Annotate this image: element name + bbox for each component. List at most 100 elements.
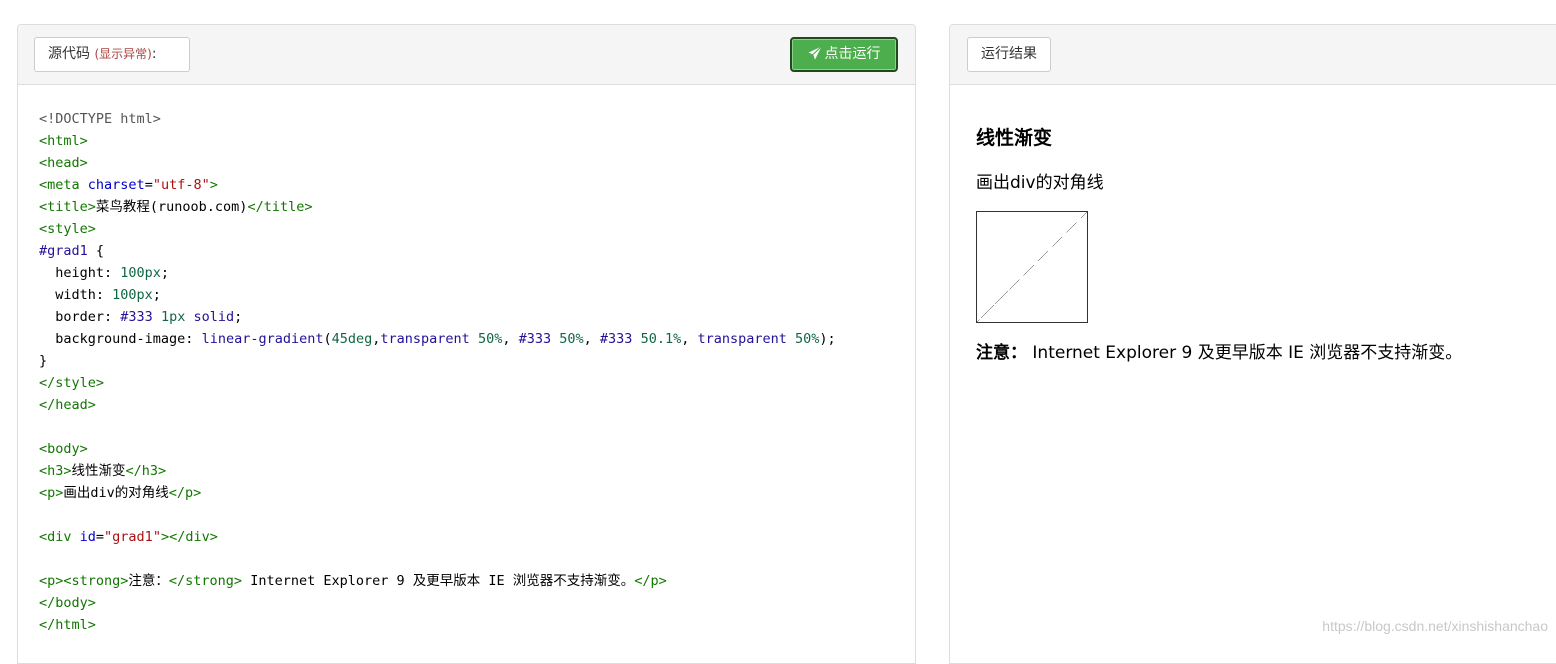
- code-token: <p><strong>: [39, 573, 129, 589]
- code-line: </style>: [39, 372, 836, 394]
- code-token: ,: [502, 331, 519, 347]
- code-token: >: [209, 177, 218, 193]
- code-token: </title>: [247, 199, 313, 215]
- code-line: <!DOCTYPE html>: [39, 108, 836, 130]
- source-code-label[interactable]: 源代码 (显示异常):: [34, 37, 190, 72]
- code-token: #333: [518, 331, 552, 347]
- code-token: </p>: [634, 573, 667, 589]
- run-button[interactable]: 点击运行: [790, 37, 898, 72]
- code-token: <!DOCTYPE html>: [39, 111, 161, 127]
- code-token: ,: [583, 331, 600, 347]
- code-line: #grad1 {: [39, 240, 836, 262]
- code-token: #333: [599, 331, 633, 347]
- code-token: ;: [160, 265, 170, 281]
- code-token: 菜鸟教程(runoob.com): [95, 199, 248, 215]
- result-note: 注意： Internet Explorer 9 及更早版本 IE 浏览器不支持渐…: [976, 341, 1462, 365]
- result-paragraph: 画出div的对角线: [976, 173, 1104, 193]
- code-token: <style>: [39, 221, 96, 237]
- run-result-label[interactable]: 运行结果: [967, 37, 1051, 72]
- code-token: solid: [193, 309, 235, 325]
- code-token: ;: [234, 309, 243, 325]
- code-line: </body>: [39, 592, 836, 614]
- code-line: border: #333 1px solid;: [39, 306, 836, 328]
- code-line: </head>: [39, 394, 836, 416]
- code-token: <p>: [39, 485, 64, 501]
- watermark: https://blog.csdn.net/xinshishanchao: [1322, 618, 1548, 634]
- result-panel: 运行结果 线性渐变 画出div的对角线 注意： Internet Explore…: [949, 24, 1556, 664]
- code-token: (: [323, 331, 332, 347]
- code-token: </body>: [39, 595, 96, 611]
- code-token: 画出div的对角线: [63, 485, 169, 501]
- code-token: charset: [87, 177, 145, 193]
- code-token: </p>: [168, 485, 202, 501]
- code-token: </head>: [39, 397, 96, 413]
- code-line: <p>画出div的对角线</p>: [39, 482, 836, 504]
- source-panel-header: 源代码 (显示异常): 点击运行: [18, 25, 915, 85]
- code-line: </html>: [39, 614, 836, 636]
- code-token: }: [39, 353, 48, 369]
- code-token: 50%: [477, 331, 503, 347]
- code-token: linear-gradient: [201, 331, 324, 347]
- diagonal-gradient-box: [976, 211, 1088, 323]
- code-token: ></div>: [160, 529, 218, 545]
- code-token: #333: [120, 309, 153, 325]
- code-line: }: [39, 350, 836, 372]
- code-token: ;: [152, 287, 161, 303]
- source-label-colon: :: [151, 46, 157, 62]
- run-button-label: 点击运行: [824, 46, 881, 62]
- code-token: <title>: [39, 199, 96, 215]
- code-token: </html>: [39, 617, 96, 633]
- code-editor[interactable]: <!DOCTYPE html> <html> <head> <meta charset…: [39, 108, 836, 636]
- code-line: height: 100px;: [39, 262, 836, 284]
- code-token: <meta: [39, 177, 88, 193]
- code-line: <title>菜鸟教程(runoob.com)</title>: [39, 196, 836, 218]
- code-line: <p><strong>注意：</strong> Internet Explore…: [39, 570, 836, 592]
- code-token: ,: [681, 331, 698, 347]
- code-token: background-image:: [39, 331, 202, 347]
- code-token: =: [144, 177, 153, 193]
- paper-plane-icon: [807, 46, 822, 60]
- code-token: </strong>: [168, 573, 243, 589]
- result-output: 线性渐变 画出div的对角线 注意： Internet Explorer 9 及…: [976, 125, 1462, 365]
- note-text: Internet Explorer 9 及更早版本 IE 浏览器不支持渐变。: [1027, 343, 1463, 363]
- code-token: #grad1: [39, 243, 88, 259]
- code-token: 50%: [795, 331, 820, 347]
- code-line: <meta charset="utf-8">: [39, 174, 836, 196]
- code-token: 100px: [120, 265, 161, 281]
- code-token: </style>: [39, 375, 105, 391]
- code-token: 50%: [559, 331, 584, 347]
- code-line: <body>: [39, 438, 836, 460]
- code-token: <head>: [39, 155, 88, 171]
- code-token: );: [819, 331, 836, 347]
- code-token: 100px: [112, 287, 153, 303]
- code-token: "grad1": [104, 529, 161, 545]
- code-line: <html>: [39, 130, 836, 152]
- code-token: 注意：: [128, 573, 169, 589]
- code-token: width:: [39, 287, 113, 303]
- code-token: transparent: [380, 331, 470, 347]
- code-line: background-image: linear-gradient(45deg,…: [39, 328, 836, 350]
- code-token: 线性渐变: [71, 463, 126, 479]
- display-abnormal-link[interactable]: (显示异常): [94, 47, 151, 61]
- code-token: {: [87, 243, 105, 259]
- code-line: <div id="grad1"></div>: [39, 526, 836, 548]
- source-code-label-text: 源代码: [48, 46, 90, 62]
- note-strong: 注意：: [976, 343, 1027, 363]
- code-token: </h3>: [125, 463, 167, 479]
- code-token: 1px: [160, 309, 186, 325]
- code-token: transparent: [697, 331, 787, 347]
- code-token: =: [95, 529, 105, 545]
- code-token: Internet Explorer 9 及更早版本 IE 浏览器不支持渐变。: [242, 573, 635, 589]
- code-token: <h3>: [39, 463, 72, 479]
- source-code-panel: 源代码 (显示异常): 点击运行 <!DOCTYPE html> <html> <h…: [17, 24, 916, 664]
- code-line: <style>: [39, 218, 836, 240]
- result-heading: 线性渐变: [976, 127, 1053, 149]
- code-token: <body>: [39, 441, 88, 457]
